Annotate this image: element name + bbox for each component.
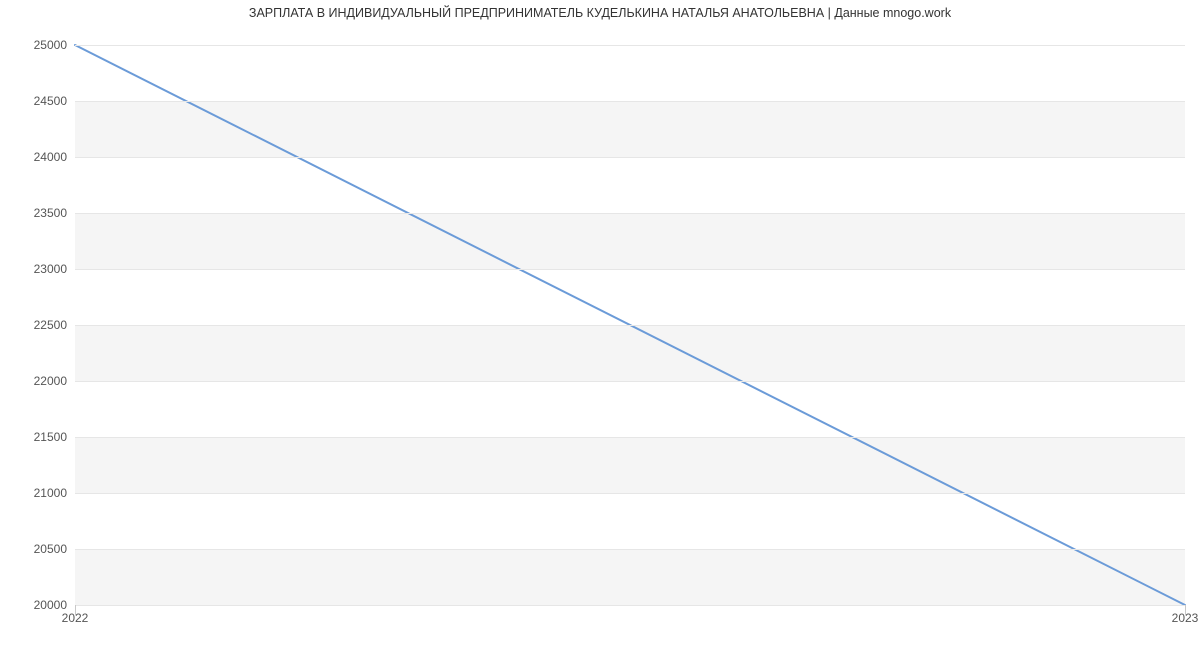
gridline — [75, 101, 1185, 102]
y-tick-label: 21500 — [34, 430, 67, 444]
plot-area: 2000020500210002150022000225002300023500… — [75, 45, 1185, 606]
y-tick-label: 23000 — [34, 262, 67, 276]
x-tick-label: 2023 — [1172, 611, 1199, 625]
chart-title: ЗАРПЛАТА В ИНДИВИДУАЛЬНЫЙ ПРЕДПРИНИМАТЕЛ… — [0, 6, 1200, 20]
y-tick-label: 24500 — [34, 94, 67, 108]
gridline — [75, 325, 1185, 326]
y-tick-label: 20000 — [34, 598, 67, 612]
y-tick-label: 22000 — [34, 374, 67, 388]
gridline — [75, 45, 1185, 46]
gridline — [75, 213, 1185, 214]
y-tick-label: 21000 — [34, 486, 67, 500]
gridline — [75, 381, 1185, 382]
gridline — [75, 493, 1185, 494]
gridline — [75, 269, 1185, 270]
chart-container: ЗАРПЛАТА В ИНДИВИДУАЛЬНЫЙ ПРЕДПРИНИМАТЕЛ… — [0, 0, 1200, 650]
gridline — [75, 605, 1185, 606]
y-tick-label: 24000 — [34, 150, 67, 164]
y-tick-label: 25000 — [34, 38, 67, 52]
y-tick-label: 20500 — [34, 542, 67, 556]
y-tick-label: 23500 — [34, 206, 67, 220]
gridline — [75, 157, 1185, 158]
gridline — [75, 437, 1185, 438]
gridline — [75, 549, 1185, 550]
x-tick-label: 2022 — [62, 611, 89, 625]
y-tick-label: 22500 — [34, 318, 67, 332]
